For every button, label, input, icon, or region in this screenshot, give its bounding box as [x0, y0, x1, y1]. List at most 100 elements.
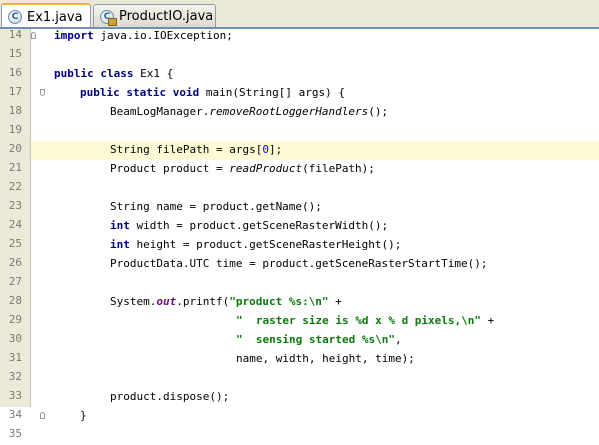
- method-token: readProduct: [229, 162, 303, 175]
- code-line[interactable]: 21 Product product = readProduct(filePath…: [0, 160, 599, 179]
- string-token: " sensing started %s\n": [236, 333, 395, 346]
- code-line[interactable]: 22: [0, 179, 599, 198]
- code-text: String name = product.getName();: [110, 200, 322, 213]
- code-text: name, width, height, time);: [236, 352, 415, 365]
- code-text: public class Ex1 {: [54, 67, 173, 80]
- code-token: java.io.IOException;: [93, 29, 233, 42]
- code-line[interactable]: 24 int width = product.getSceneRasterWidt…: [0, 217, 599, 236]
- line-number: 15: [8, 47, 22, 60]
- fold-open-icon[interactable]: [40, 89, 45, 96]
- code-token: }: [80, 409, 87, 422]
- code-line[interactable]: 34}: [0, 407, 599, 426]
- fold-end-icon[interactable]: [40, 412, 45, 419]
- line-number: 20: [8, 142, 22, 155]
- code-line[interactable]: 30 " sensing started %s\n",: [0, 331, 599, 350]
- code-token: name, width, height, time);: [236, 352, 415, 365]
- code-text: " sensing started %s\n",: [236, 333, 402, 346]
- code-text: import java.io.IOException;: [54, 29, 233, 42]
- line-number: 25: [8, 237, 22, 250]
- code-line[interactable]: 35: [0, 426, 599, 445]
- code-text: ProductData.UTC time = product.getSceneR…: [110, 257, 488, 270]
- code-token: +: [328, 295, 342, 308]
- code-line[interactable]: 15: [0, 46, 599, 65]
- tab-productio-java[interactable]: C ProductIO.java: [93, 4, 216, 28]
- java-class-icon: C: [8, 10, 22, 24]
- code-line[interactable]: 17 public static void main(String[] args)…: [0, 84, 599, 103]
- code-token: ();: [368, 105, 389, 118]
- code-token: BeamLogManager.: [110, 105, 210, 118]
- code-line[interactable]: 28 System.out.printf("product %s:\n" +: [0, 293, 599, 312]
- code-line[interactable]: 29 " raster size is %d x % d pixels,\n" +: [0, 312, 599, 331]
- keyword-token: int: [110, 238, 130, 251]
- code-line[interactable]: 25 int height = product.getSceneRasterHei…: [0, 236, 599, 255]
- code-line[interactable]: 27: [0, 274, 599, 293]
- code-token: Product product =: [110, 162, 230, 175]
- method-token: removeRootLoggerHandlers: [209, 105, 369, 118]
- string-token: "product %s:\n": [229, 295, 329, 308]
- keyword-token: class: [100, 67, 134, 80]
- lock-icon: [108, 17, 117, 26]
- line-number: 22: [8, 180, 22, 193]
- code-token: main(String[] args) {: [199, 86, 345, 99]
- line-background: [31, 274, 599, 293]
- code-line[interactable]: 26 ProductData.UTC time = product.getScen…: [0, 255, 599, 274]
- line-background: [31, 407, 599, 426]
- code-line[interactable]: 33 product.dispose();: [0, 388, 599, 407]
- tab-label: ProductIO.java: [119, 9, 214, 24]
- field-token: out: [156, 295, 177, 308]
- string-token: " raster size is %d x % d pixels,\n": [236, 314, 482, 327]
- number-token: 0: [262, 143, 269, 156]
- fold-end-icon[interactable]: [31, 32, 36, 39]
- line-number: 29: [8, 313, 22, 326]
- code-line[interactable]: 32: [0, 369, 599, 388]
- line-number: 21: [8, 161, 22, 174]
- code-editor[interactable]: 14 import java.io.IOException; 15 16 public …: [0, 27, 599, 440]
- code-line[interactable]: 20 String filePath = args[0];: [0, 141, 599, 160]
- line-number: 19: [8, 123, 22, 136]
- tab-label: Ex1.java: [27, 9, 83, 25]
- line-number: 24: [8, 218, 22, 231]
- line-number: 18: [8, 104, 22, 117]
- keyword-token: void: [172, 86, 200, 99]
- code-token: .printf(: [176, 295, 230, 308]
- code-token: ];: [268, 143, 283, 156]
- code-token: ,: [394, 333, 402, 346]
- code-token: System.: [110, 295, 157, 308]
- line-background: [31, 46, 599, 65]
- line-number: 31: [8, 351, 22, 364]
- code-text: BeamLogManager.removeRootLoggerHandlers(…: [110, 105, 388, 118]
- code-token: height = product.getSceneRasterHeight();: [129, 238, 402, 251]
- code-token: Ex1 {: [133, 67, 174, 80]
- code-token: width = product.getSceneRasterWidth();: [129, 219, 389, 232]
- tab-ex1-java[interactable]: C Ex1.java: [1, 3, 91, 29]
- code-line[interactable]: 16 public class Ex1 {: [0, 65, 599, 84]
- keyword-token: public: [80, 86, 120, 99]
- code-line[interactable]: 19: [0, 122, 599, 141]
- line-number: 28: [8, 294, 22, 307]
- keyword-token: import: [54, 29, 94, 42]
- code-line[interactable]: 18 BeamLogManager.removeRootLoggerHandler…: [0, 103, 599, 122]
- code-token: +: [481, 314, 495, 327]
- editor-tab-bar: C Ex1.java C ProductIO.java: [0, 0, 599, 29]
- line-number: 35: [8, 427, 22, 440]
- code-text: int height = product.getSceneRasterHeigh…: [110, 238, 401, 251]
- keyword-token: static: [126, 86, 167, 99]
- code-text: System.out.printf("product %s:\n" +: [110, 295, 342, 308]
- code-line[interactable]: 31 name, width, height, time);: [0, 350, 599, 369]
- line-background: [31, 179, 599, 198]
- line-background: [31, 122, 599, 141]
- line-number: 16: [8, 66, 22, 79]
- code-token: String name = product.getName();: [110, 200, 322, 213]
- line-number: 26: [8, 256, 22, 269]
- keyword-token: public: [54, 67, 94, 80]
- code-line[interactable]: 14 import java.io.IOException;: [0, 27, 599, 46]
- line-number: 30: [8, 332, 22, 345]
- line-number: 23: [8, 199, 22, 212]
- line-number: 33: [8, 389, 22, 402]
- code-token: ProductData.UTC time = product.getSceneR…: [110, 257, 488, 270]
- line-background: [31, 426, 599, 445]
- code-line[interactable]: 23 String name = product.getName();: [0, 198, 599, 217]
- code-text: " raster size is %d x % d pixels,\n" +: [236, 314, 494, 327]
- line-background: [31, 369, 599, 388]
